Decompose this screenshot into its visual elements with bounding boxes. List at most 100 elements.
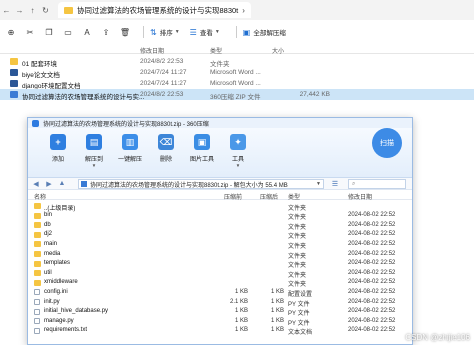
zip-toolbar-button[interactable]: + 添加 xyxy=(40,134,76,163)
zip-toolbar-button[interactable]: ▣ 图片工具 xyxy=(184,134,220,163)
zip-path-field[interactable]: 协同过滤算法的农场管理系统的设计与实现8830t.zip - 解包大小为 55.… xyxy=(78,179,324,189)
column-date[interactable]: 修改日期 xyxy=(140,46,164,55)
view-toggle-icon[interactable]: ☰ xyxy=(328,179,342,189)
zip-file-row[interactable]: main 文件夹 2024-08-02 22:52 xyxy=(28,239,412,250)
file-type: Microsoft Word ... xyxy=(210,80,261,87)
chevron-down-icon[interactable]: ▼ xyxy=(316,181,321,187)
file-name: 协同过滤算法的农场管理系统的设计与实... xyxy=(22,94,145,101)
chevron-down-icon[interactable]: ▼ xyxy=(236,163,240,168)
file-modified: 2024-08-02 22:52 xyxy=(348,327,396,334)
refresh-icon[interactable]: ↻ xyxy=(39,3,52,17)
folder-icon xyxy=(34,270,41,277)
zip-file-row[interactable]: db 文件夹 2024-08-02 22:52 xyxy=(28,220,412,231)
chevron-right-icon[interactable]: › xyxy=(242,6,245,15)
zip-file-row[interactable]: config.ini 1 KB 1 KB 配置设置 2024-08-02 22:52 xyxy=(28,287,412,298)
file-original-size: 1 KB xyxy=(270,317,284,324)
extract-all-button[interactable]: ▣ 全部解压缩 xyxy=(242,27,286,38)
zip-file-row[interactable]: templates 文件夹 2024-08-02 22:52 xyxy=(28,259,412,269)
explorer-tab[interactable]: 协同过滤算法的农场管理系统的设计与实现8830t › xyxy=(58,2,251,18)
rename-icon[interactable]: A xyxy=(80,25,94,39)
zip-search-input[interactable]: ⌕ xyxy=(348,179,406,189)
chevron-down-icon[interactable]: ▼ xyxy=(92,163,96,168)
explorer-tab-title: 协同过滤算法的农场管理系统的设计与实现8830t xyxy=(77,5,239,15)
column-type[interactable]: 类型 xyxy=(210,46,222,55)
file-modified: 2024-08-02 22:52 xyxy=(348,269,396,276)
trash-icon[interactable]: 🗑 xyxy=(118,25,132,39)
explorer-file-row[interactable]: 01 配套环境 2024/8/2 22:53 文件夹 xyxy=(0,56,474,68)
file-modified: 2024-08-02 22:52 xyxy=(348,308,396,315)
explorer-file-row[interactable]: django环境配置文档 2024/7/24 11:27 Microsoft Wor… xyxy=(0,78,474,90)
extract-all-icon: ▣ xyxy=(242,27,251,37)
folder-icon xyxy=(34,231,41,238)
column-type[interactable]: 类型 xyxy=(288,192,300,201)
file-name: initial_hive_database.py xyxy=(44,308,109,315)
back-arrow-icon[interactable]: ← xyxy=(0,3,13,17)
file-date: 2024/8/2 22:53 xyxy=(140,58,184,65)
watermark-text: CSDN @zhijie106 xyxy=(405,333,470,342)
zip-toolbar-label: 一键解压 xyxy=(117,157,142,163)
zip-toolbar-button[interactable]: ⌫ 删除 xyxy=(148,134,184,163)
zip-file-row[interactable]: requirements.txt 1 KB 1 KB 文本文档 2024-08-02 2… xyxy=(28,326,412,336)
sort-button[interactable]: ⇅ 排序 ▼ xyxy=(150,27,180,38)
sort-icon: ⇅ xyxy=(150,27,157,37)
word-document-icon xyxy=(10,69,18,76)
zip-file-row[interactable]: ..(上级目录) 文件夹 xyxy=(28,201,412,212)
view-button[interactable]: ☰ 查看 ▼ xyxy=(190,27,220,38)
zip-file-row[interactable]: bin 文件夹 2024-08-02 22:52 xyxy=(28,211,412,221)
scan-button[interactable]: 扫描 xyxy=(372,128,402,158)
zip-file-row[interactable]: manage.py 1 KB 1 KB PY 文件 2024-08-02 22:52 xyxy=(28,316,412,327)
column-modified[interactable]: 修改日期 xyxy=(348,192,372,201)
file-name: init.py xyxy=(44,298,60,305)
zip-file-row[interactable]: xmiddleware 文件夹 2024-08-02 22:52 xyxy=(28,278,412,288)
file-compressed-size: 1 KB xyxy=(234,317,248,324)
toolbar-divider xyxy=(235,26,237,38)
chevron-down-icon: ▼ xyxy=(214,29,220,35)
new-icon[interactable]: ⊕ xyxy=(4,25,18,39)
explorer-column-header: 修改日期 类型 大小 xyxy=(0,44,474,55)
up-arrow-icon[interactable]: ▲ xyxy=(57,179,67,189)
folder-icon xyxy=(34,222,41,229)
zip-toolbar-label: 工具 xyxy=(231,157,244,163)
column-name[interactable]: 名称 xyxy=(34,192,46,201)
forward-arrow-icon[interactable]: → xyxy=(13,3,26,17)
zip-file-row[interactable]: initial_hive_database.py 1 KB 1 KB PY 文件 202… xyxy=(28,307,412,317)
explorer-file-row[interactable]: biye论文文档 2024/7/24 11:27 Microsoft Word ..… xyxy=(0,67,474,79)
search-icon: ⌕ xyxy=(352,181,356,187)
file-size: 27,442 KB xyxy=(299,91,330,98)
file-modified: 2024-08-02 22:52 xyxy=(348,279,396,286)
zip-file-row[interactable]: media 文件夹 2024-08-02 22:52 xyxy=(28,249,412,260)
paste-icon[interactable]: ▭ xyxy=(61,25,75,39)
folder-icon xyxy=(64,6,73,14)
file-modified: 2024-08-02 22:52 xyxy=(348,260,396,267)
folder-icon xyxy=(10,58,18,65)
zip-file-row[interactable]: dj2 文件夹 2024-08-02 22:52 xyxy=(28,230,412,240)
file-modified: 2024-08-02 22:52 xyxy=(348,231,396,238)
file-name: media xyxy=(44,250,61,257)
file-compressed-size: 1 KB xyxy=(234,327,248,334)
explorer-toolbar: ⊕ ✂ ❐ ▭ A ⇪ 🗑 ⇅ 排序 ▼ ☰ 查看 ▼ ▣ 全部解压缩 xyxy=(0,22,474,42)
cut-icon[interactable]: ✂ xyxy=(23,25,37,39)
file-date: 2024/7/24 11:27 xyxy=(140,80,187,87)
zip-toolbar-button[interactable]: ▥ 一键解压 xyxy=(112,134,148,163)
file-name: manage.py xyxy=(44,317,74,324)
zip-toolbar-button[interactable]: ▤ 解压到 ▼ xyxy=(76,134,112,168)
share-icon[interactable]: ⇪ xyxy=(99,25,113,39)
file-name: main xyxy=(44,240,58,247)
zip-toolbar-label: 图片工具 xyxy=(189,157,214,163)
column-compressed[interactable]: 压缩前 xyxy=(224,192,242,201)
column-size[interactable]: 大小 xyxy=(272,46,284,55)
up-arrow-icon[interactable]: ↑ xyxy=(26,3,39,17)
back-arrow-icon[interactable]: ◀ xyxy=(31,179,41,189)
copy-icon[interactable]: ❐ xyxy=(42,25,56,39)
explorer-file-row[interactable]: 协同过滤算法的农场管理系统的设计与实... 2024/8/2 22:53 360压缩… xyxy=(0,89,474,101)
zip-file-row[interactable]: init.py 2.1 KB 1 KB PY 文件 2024-08-02 22:52 xyxy=(28,297,412,308)
add-icon: + xyxy=(50,134,66,150)
forward-arrow-icon[interactable]: ▶ xyxy=(44,179,54,189)
zip-file-row[interactable]: util 文件夹 2024-08-02 22:52 xyxy=(28,268,412,279)
file-name: util xyxy=(44,269,52,276)
file-name: dj2 xyxy=(44,231,53,238)
column-original[interactable]: 压缩后 xyxy=(260,192,278,201)
zip-toolbar-button[interactable]: ✦ 工具 ▼ xyxy=(220,134,256,168)
sort-label: 排序 xyxy=(159,30,173,37)
file-modified: 2024-08-02 22:52 xyxy=(348,317,396,324)
